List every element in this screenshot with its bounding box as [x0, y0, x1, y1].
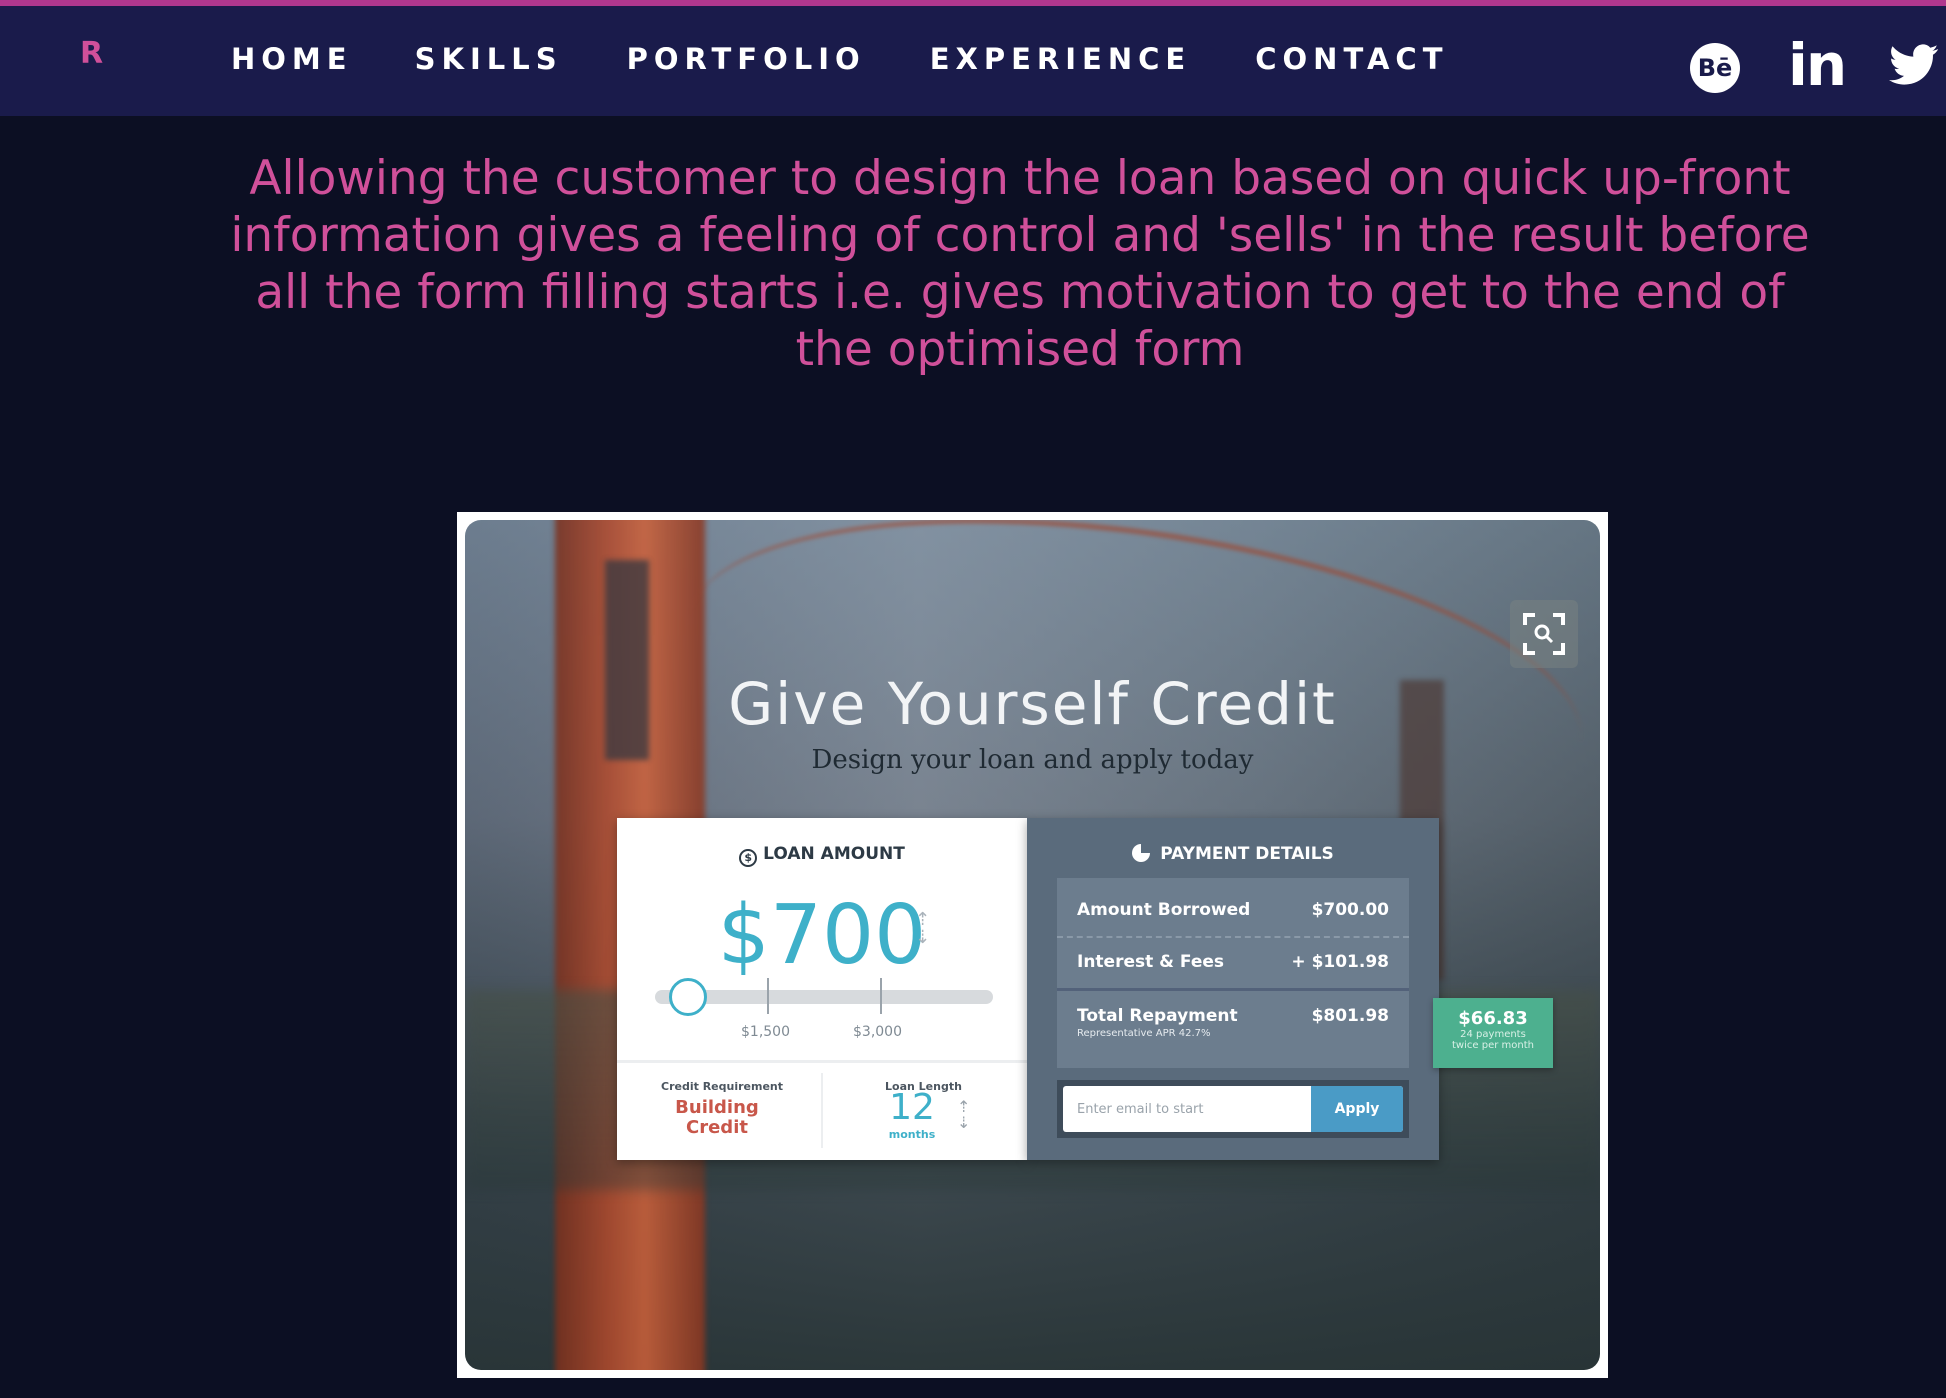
slider-tick-label-3000: $3,000: [853, 1024, 902, 1040]
dollar-coin-icon: $: [739, 849, 758, 867]
nav-home[interactable]: HOME: [231, 42, 353, 76]
email-signup: Apply: [1057, 1080, 1409, 1138]
loan-amount-title: LOAN AMOUNT: [763, 844, 905, 864]
email-inner: Apply: [1063, 1086, 1403, 1132]
payment-details-header: PAYMENT DETAILS: [1027, 844, 1439, 864]
nav-portfolio[interactable]: PORTFOLIO: [627, 42, 866, 76]
installment-amount: $66.83: [1458, 1008, 1528, 1029]
payment-row-label: Amount Borrowed: [1077, 900, 1251, 920]
loan-amount-value: $700: [717, 888, 927, 983]
linkedin-icon[interactable]: in: [1788, 36, 1847, 94]
loan-amount-slider-knob[interactable]: [669, 978, 708, 1016]
loan-amount-header: $ LOAN AMOUNT: [617, 844, 1027, 867]
top-navigation-bar: R HOME SKILLS PORTFOLIO EXPERIENCE CONTA…: [0, 0, 1946, 116]
behance-icon[interactable]: Bē: [1690, 43, 1740, 93]
credit-requirement-value[interactable]: Building Credit: [655, 1098, 779, 1138]
loan-length-value[interactable]: 12: [887, 1090, 937, 1126]
nav-contact[interactable]: CONTACT: [1255, 42, 1448, 76]
pie-chart-icon: [1132, 844, 1151, 862]
project-screenshot: Give Yourself Credit Design your loan an…: [465, 520, 1600, 1370]
zoom-button[interactable]: [1510, 600, 1578, 668]
payment-row-value: + $101.98: [1291, 952, 1389, 972]
payment-row-value: $801.98: [1311, 1006, 1389, 1026]
apply-button[interactable]: Apply: [1311, 1086, 1403, 1132]
apr-note: Representative APR 42.7%: [1077, 1028, 1211, 1039]
length-stepper-icon[interactable]: ⇡ ⇣: [957, 1100, 970, 1132]
installment-note: 24 payments: [1460, 1029, 1526, 1040]
total-divider: [1057, 988, 1409, 991]
twitter-icon[interactable]: [1889, 43, 1939, 87]
hero-subtitle: Design your loan and apply today: [811, 745, 1254, 775]
payment-row: Amount Borrowed $700.00: [1077, 900, 1389, 920]
payment-table: Amount Borrowed $700.00 Interest & Fees …: [1057, 878, 1409, 1068]
loan-length-unit: months: [888, 1128, 936, 1141]
project-image-frame: Give Yourself Credit Design your loan an…: [457, 512, 1608, 1378]
installment-note: twice per month: [1452, 1040, 1534, 1051]
loan-amount-card: $ LOAN AMOUNT $700 ⇡ ⇣ $1,500 $3,000 Credi…: [617, 818, 1027, 1160]
slider-tick-1500: [767, 978, 769, 1014]
nav-experience[interactable]: EXPERIENCE: [930, 42, 1192, 76]
page-caption: Allowing the customer to design the loan…: [230, 151, 1810, 377]
row-divider: [1057, 936, 1409, 938]
installment-badge: $66.83 24 payments twice per month: [1433, 998, 1553, 1068]
nav-skills[interactable]: SKILLS: [415, 42, 563, 76]
amount-stepper-icon[interactable]: ⇡ ⇣: [915, 910, 930, 946]
email-field[interactable]: [1063, 1101, 1311, 1117]
credit-requirement-label: Credit Requirement: [661, 1080, 783, 1093]
payment-row-label: Total Repayment: [1077, 1006, 1238, 1026]
payment-row-label: Interest & Fees: [1077, 952, 1225, 972]
payment-row-total: Total Repayment $801.98: [1077, 1006, 1389, 1026]
zoom-search-icon: [1523, 613, 1565, 655]
payment-row: Interest & Fees + $101.98: [1077, 952, 1389, 972]
payment-row-value: $700.00: [1311, 900, 1389, 920]
slider-tick-3000: [880, 978, 882, 1014]
payment-details-title: PAYMENT DETAILS: [1160, 844, 1334, 864]
hero-title: Give Yourself Credit: [728, 670, 1337, 738]
main-nav: HOME SKILLS PORTFOLIO EXPERIENCE CONTACT: [231, 42, 1512, 76]
social-links: Bē in: [1690, 36, 1939, 94]
site-logo[interactable]: R: [80, 36, 103, 71]
card-vertical-divider: [821, 1073, 823, 1148]
payment-details-card: PAYMENT DETAILS Amount Borrowed $700.00 …: [1027, 818, 1439, 1160]
slider-tick-label-1500: $1,500: [741, 1024, 790, 1040]
card-divider: [617, 1060, 1027, 1063]
